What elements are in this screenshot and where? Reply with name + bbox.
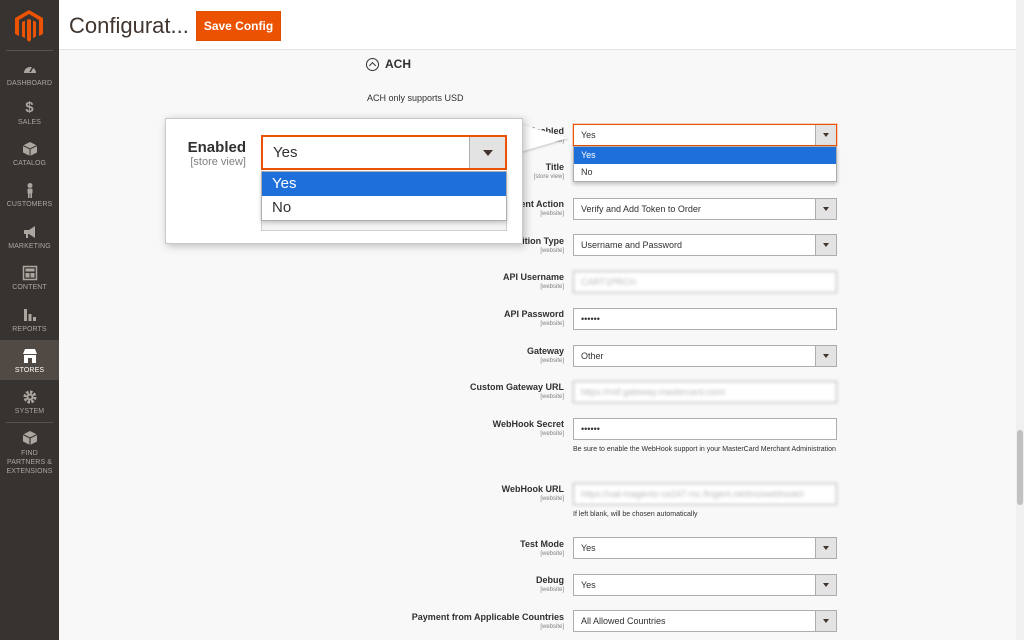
chevron-down-icon	[815, 575, 836, 595]
field-label-test-mode: Test Mode [website]	[520, 539, 564, 557]
sidebar-item-label: FIND PARTNERS & EXTENSIONS	[6, 450, 53, 475]
chevron-down-icon	[815, 538, 836, 558]
chevron-down-icon	[815, 125, 836, 145]
enabled-select[interactable]: Yes	[573, 124, 837, 146]
nav-divider	[6, 422, 53, 423]
page-title: Configurat...	[69, 13, 189, 38]
section-toggle-ach[interactable]: ACH	[366, 57, 411, 71]
api-password-input[interactable]: ••••••	[573, 308, 837, 330]
debug-select[interactable]: Yes	[573, 574, 837, 596]
sidebar-item-label: DASHBOARD	[6, 80, 53, 87]
sidebar-item-label: STORES	[14, 367, 45, 374]
cube-icon	[22, 142, 37, 156]
field-label-custom-gateway-url: Custom Gateway URL [website]	[469, 382, 564, 400]
field-label-webhook-secret: WebHook Secret [website]	[492, 419, 564, 437]
chevron-down-icon	[815, 199, 836, 219]
collapse-chevron-icon	[366, 57, 379, 71]
field-label-api-password: API Password [website]	[503, 309, 564, 327]
sidebar-item-sales[interactable]: $ SALES	[0, 98, 59, 132]
page-scrollbar[interactable]	[1016, 0, 1024, 640]
sidebar-item-marketing[interactable]: MARKETING	[0, 222, 59, 256]
sidebar-item-label: CUSTOMERS	[6, 201, 53, 208]
sidebar-item-dashboard[interactable]: DASHBOARD	[0, 58, 59, 92]
field-label-payment-action: ent Action [website]	[520, 199, 564, 217]
sidebar-item-label: CONTENT	[12, 284, 47, 291]
page-header: Configurat... Save Config	[59, 0, 1024, 50]
chevron-down-icon	[815, 611, 836, 631]
webhook-url-input[interactable]: https://uat-magento-ce247-mc.fingent.net…	[573, 483, 837, 505]
field-label-title: Title [store view]	[533, 162, 564, 180]
auth-type-select[interactable]: Username and Password	[573, 234, 837, 256]
section-title: ACH	[385, 57, 411, 71]
sidebar-item-find-partners[interactable]: FIND PARTNERS & EXTENSIONS	[0, 428, 59, 475]
sidebar-item-content[interactable]: CONTENT	[0, 263, 59, 297]
sidebar-item-customers[interactable]: CUSTOMERS	[0, 180, 59, 214]
megaphone-icon	[23, 226, 35, 238]
chevron-down-icon	[469, 137, 505, 168]
webhook-secret-input[interactable]: ••••••	[573, 418, 837, 440]
sidebar-item-reports[interactable]: REPORTS	[0, 305, 59, 339]
zoom-callout: Enabled [store view] Yes Yes No	[165, 118, 523, 244]
countries-select[interactable]: All Allowed Countries	[573, 610, 837, 632]
sidebar-item-stores[interactable]: STORES	[0, 340, 59, 380]
gear-icon	[23, 390, 36, 404]
callout-pointer	[520, 124, 568, 152]
sidebar-item-system[interactable]: SYSTEM	[0, 387, 59, 421]
field-label-gateway: Gateway [website]	[526, 346, 564, 364]
dollar-icon: $	[25, 99, 34, 116]
sidebar-item-label: SYSTEM	[14, 408, 45, 415]
sidebar-item-label: CATALOG	[12, 160, 47, 167]
sidebar-item-label: REPORTS	[12, 326, 47, 333]
storefront-icon	[22, 349, 37, 363]
webhook-secret-hint: Be sure to enable the WebHook support in…	[573, 446, 836, 453]
test-mode-select[interactable]: Yes	[573, 537, 837, 559]
field-label-webhook-url: WebHook URL [website]	[501, 484, 564, 502]
custom-gateway-url-input[interactable]: https://mtf.gateway.mastercard.com/	[573, 381, 837, 403]
scrollbar-thumb[interactable]	[1017, 430, 1023, 505]
payment-action-select[interactable]: Verify and Add Token to Order	[573, 198, 837, 220]
callout-option-yes: Yes	[262, 172, 506, 196]
sidebar-item-label: MARKETING	[8, 243, 51, 250]
bar-chart-icon	[23, 309, 36, 321]
callout-enabled-select: Yes	[261, 135, 507, 170]
field-label-debug: Debug [website]	[536, 575, 564, 593]
callout-label: Enabled	[187, 139, 246, 156]
dashboard-icon	[23, 66, 36, 73]
field-label-api-username: API Username [website]	[502, 272, 564, 290]
webhook-url-hint: If left blank, will be chosen automatica…	[573, 511, 698, 518]
nav-divider	[6, 50, 53, 51]
sidebar-item-label: SALES	[17, 119, 42, 126]
callout-dropdown-list: Yes No	[261, 171, 507, 221]
callout-option-no: No	[272, 199, 292, 216]
field-label-countries: Payment from Applicable Countries [websit…	[411, 612, 564, 630]
person-icon	[27, 183, 32, 198]
callout-scope: [store view]	[190, 156, 246, 168]
sidebar-item-catalog[interactable]: CATALOG	[0, 139, 59, 173]
dropdown-option-no[interactable]: No	[574, 164, 836, 181]
chevron-down-icon	[815, 235, 836, 255]
layout-icon	[22, 265, 37, 281]
api-username-input[interactable]: CART1PRCH	[573, 271, 837, 293]
magento-logo[interactable]	[15, 10, 43, 42]
admin-sidebar: DASHBOARD $ SALES CATALOG CUSTOMERS MARK…	[0, 0, 59, 640]
section-note: ACH only supports USD	[367, 93, 464, 103]
enabled-dropdown-list: Yes No	[573, 146, 837, 182]
field-label-auth-type: ition Type [website]	[522, 236, 564, 254]
box-icon	[22, 431, 37, 445]
chevron-down-icon	[815, 346, 836, 366]
dropdown-option-yes[interactable]: Yes	[574, 147, 836, 164]
save-config-button[interactable]: Save Config	[196, 11, 281, 41]
gateway-select[interactable]: Other	[573, 345, 837, 367]
